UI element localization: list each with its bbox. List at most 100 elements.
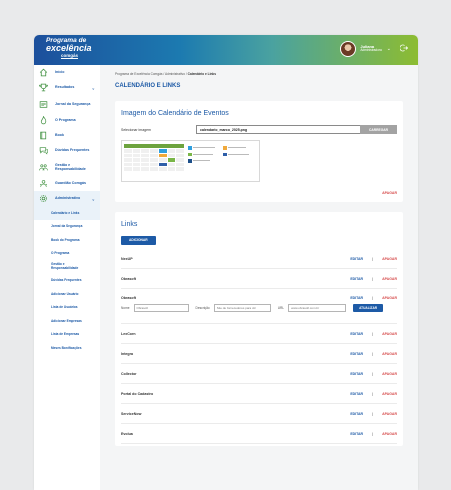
calendar-thumbnail-cell [176, 149, 184, 153]
submenu-item[interactable]: Meses Bonificações [34, 341, 100, 355]
sidebar-item-o-programa[interactable]: O Programa [34, 113, 100, 128]
calendar-thumbnail-cell [132, 167, 141, 171]
link-actions: EDITAR | APAGAR [350, 392, 397, 396]
calendar-thumbnail-cell [150, 149, 158, 153]
delete-link-button[interactable]: APAGAR [382, 352, 397, 356]
submenu-item[interactable]: Jornal da Segurança [34, 220, 100, 234]
calendar-thumbnail-cell [141, 167, 150, 171]
action-separator: | [372, 276, 374, 281]
breadcrumb-path[interactable]: Programa de Excelência Comgás / Administ… [115, 72, 188, 76]
breadcrumb: Programa de Excelência Comgás / Administ… [115, 72, 403, 76]
description-field[interactable]: Site de fornecedores para dd [213, 304, 271, 312]
top-header: Programa de excelência comgás Juliana Ad… [34, 35, 418, 65]
calendar-thumbnail-cell [132, 149, 141, 153]
sidebar-item-book[interactable]: Book [34, 128, 100, 143]
sidebar-item-administrativo[interactable]: Administrativo ⌄ [34, 191, 100, 206]
calendar-thumbnail-cell [158, 167, 167, 171]
home-icon [39, 68, 48, 77]
sidebar-item-inicio[interactable]: Início [34, 65, 100, 80]
gear-icon [39, 194, 48, 203]
submenu-item[interactable]: Lista de Usuários [34, 301, 100, 315]
submenu-item[interactable]: Calendário e Links [34, 206, 100, 220]
calendar-thumbnail-header [124, 144, 184, 148]
chevron-down-icon[interactable]: ⌄ [387, 46, 391, 52]
link-row: Portal do Cadastro EDITAR | APAGAR [121, 384, 397, 404]
url-field-label: URL [277, 306, 285, 310]
sidebar-item-duvidas-frequentes[interactable]: Dúvidas Frequentes [34, 143, 100, 158]
edit-link-button[interactable]: EDITAR [350, 392, 363, 396]
delete-link-button[interactable]: APAGAR [382, 296, 397, 300]
calendar-thumbnail-cell [132, 158, 141, 162]
submenu-item[interactable]: Book do Programa [34, 233, 100, 247]
add-link-button[interactable]: ADICIONAR [121, 236, 156, 245]
url-field[interactable]: www.obrasoft.com.br [288, 304, 347, 312]
sidebar-item-jornal-da-seguranca[interactable]: Jornal da Segurança [34, 95, 100, 113]
file-input[interactable]: calendario_marco_2025.png [196, 125, 360, 134]
delete-link-button[interactable]: APAGAR [382, 392, 397, 396]
calendar-thumbnail-cell [158, 149, 167, 153]
newspaper-icon [39, 100, 48, 109]
calendar-thumbnail-cell [124, 149, 132, 153]
edit-link-button[interactable]: EDITAR [350, 372, 363, 376]
update-link-button[interactable]: ATUALIZAR [353, 304, 384, 312]
legend-item [188, 152, 220, 156]
name-field[interactable]: Obrasoft [133, 304, 189, 312]
delete-link-button[interactable]: APAGAR [382, 372, 397, 376]
submenu-item[interactable]: Lista de Empresas [34, 328, 100, 342]
delete-link-button[interactable]: APAGAR [382, 412, 397, 416]
edit-link-button[interactable]: EDITAR [350, 277, 363, 281]
submenu-item[interactable]: Adicionar Empresas [34, 314, 100, 328]
user-menu[interactable]: Juliana Administradora ⌄ [340, 41, 409, 57]
link-row: Evolua EDITAR | APAGAR [121, 424, 397, 444]
delete-link-button[interactable]: APAGAR [382, 332, 397, 336]
submenu-item[interactable]: Adicionar Usuário [34, 287, 100, 301]
calendar-thumbnail-cell [150, 158, 158, 162]
edit-link-button[interactable]: EDITAR [350, 296, 363, 300]
chevron-down-icon[interactable]: ⌄ [92, 196, 95, 201]
avatar[interactable] [340, 41, 357, 57]
delete-link-button[interactable]: APAGAR [382, 257, 397, 261]
sidebar-item-resultados[interactable]: Resultados ⌄ [34, 80, 100, 95]
sidebar-item-guardiao-comgas[interactable]: Guardião Comgás [34, 176, 100, 191]
sidebar: Início Resultados ⌄ Jornal da Segurança O Pr… [34, 65, 100, 490]
edit-link-button[interactable]: EDITAR [350, 332, 363, 336]
legend-swatch [223, 146, 227, 150]
upload-button[interactable]: CARREGAR [360, 125, 397, 134]
calendar-image-preview [121, 140, 260, 182]
link-actions: EDITAR | APAGAR [350, 277, 397, 281]
calendar-thumbnail-cell [141, 149, 150, 153]
app-window: Programa de excelência comgás Juliana Ad… [34, 35, 418, 490]
sidebar-item-label: Administrativo [55, 196, 81, 201]
sidebar-item-gestao-e-responsabilidade[interactable]: Gestão e Responsabilidade [34, 158, 100, 176]
main-content: Programa de Excelência Comgás / Administ… [100, 65, 418, 490]
edit-link-button[interactable]: EDITAR [350, 352, 363, 356]
calendar-thumbnail-grid [124, 149, 184, 171]
link-row: Collector EDITAR | APAGAR [121, 364, 397, 384]
book-icon [39, 131, 48, 140]
calendar-thumbnail-cell [167, 167, 176, 171]
edit-link-button[interactable]: EDITAR [350, 432, 363, 436]
calendar-thumbnail-cell [132, 162, 141, 166]
edit-link-button[interactable]: EDITAR [350, 412, 363, 416]
chevron-down-icon[interactable]: ⌄ [92, 85, 95, 90]
sidebar-item-label: Início [55, 70, 65, 75]
logout-icon[interactable] [399, 44, 409, 54]
link-name: Obrasoft [121, 296, 136, 300]
calendar-thumbnail-cell [150, 162, 158, 166]
calendar-thumbnail-cell [141, 162, 150, 166]
links-section-title: Links [121, 221, 138, 228]
action-separator: | [372, 431, 374, 436]
calendar-thumbnail-cell [158, 158, 167, 162]
submenu-item[interactable]: Gestão e Responsabilidade [34, 260, 100, 274]
name-field-label: Nome [121, 306, 130, 310]
delete-link-button[interactable]: APAGAR [382, 432, 397, 436]
program-logo[interactable]: Programa de excelência comgás [46, 37, 92, 58]
link-actions: EDITAR | APAGAR [350, 412, 397, 416]
link-name: Integra [121, 351, 133, 356]
delete-calendar-button[interactable]: APAGAR [382, 191, 397, 195]
edit-link-button[interactable]: EDITAR [350, 257, 363, 261]
link-name: ServiceNow [121, 411, 142, 416]
delete-link-button[interactable]: APAGAR [382, 277, 397, 281]
submenu-item[interactable]: O Programa [34, 247, 100, 261]
submenu-item[interactable]: Dúvidas Frequentes [34, 274, 100, 288]
